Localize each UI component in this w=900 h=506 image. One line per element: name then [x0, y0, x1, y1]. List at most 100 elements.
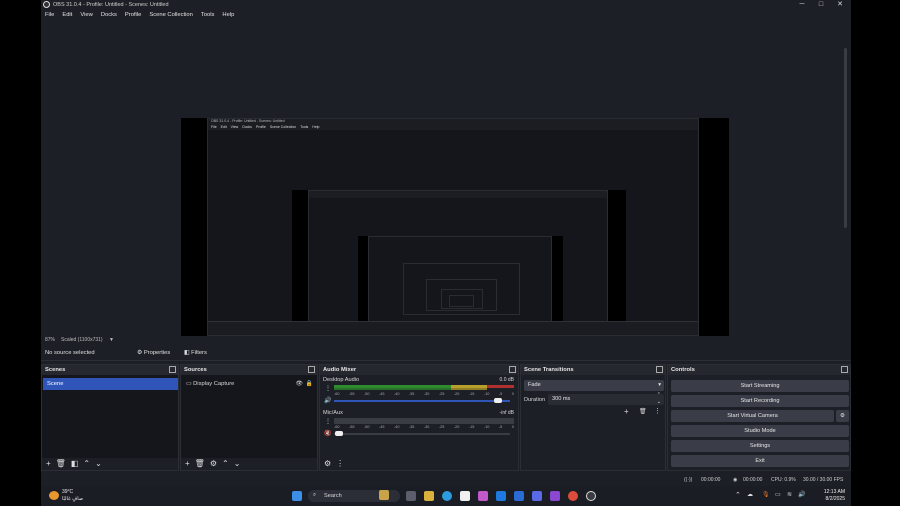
sources-dock-header: Sources — [181, 365, 317, 375]
remove-source-icon[interactable]: 🗑 — [195, 460, 205, 468]
menu-help[interactable]: Help — [218, 10, 238, 20]
mixer-dock-header: Audio Mixer — [320, 365, 518, 375]
preview-area[interactable]: OBS 31.0.4 - Profile: Untitled - Scenes:… — [41, 20, 851, 336]
tick-label: -5 — [498, 425, 503, 429]
start-streaming-button[interactable]: Start Streaming — [671, 380, 849, 392]
nested-menu-help: Help — [312, 125, 320, 129]
scale-label[interactable]: Scaled (1100x731) — [61, 337, 103, 343]
no-source-label: No source selected — [45, 350, 95, 356]
level-meter — [334, 418, 514, 424]
scene-item[interactable]: Scene — [43, 378, 178, 390]
settings-button[interactable]: Settings — [671, 440, 849, 452]
source-item[interactable]: ▭ Display Capture 👁 🔒 — [183, 380, 315, 390]
zoom-level[interactable]: 87% — [45, 337, 55, 343]
outlook-icon[interactable] — [496, 491, 506, 501]
taskbar-clock[interactable]: 12:13 AM 8/2/2025 — [824, 489, 845, 503]
advanced-audio-icon[interactable]: ⚙ — [324, 460, 331, 468]
menu-docks[interactable]: Docks — [97, 10, 121, 20]
vscode-icon[interactable] — [514, 491, 524, 501]
filters-button[interactable]: ◧ Filters — [184, 350, 207, 356]
menu-scene-collection[interactable]: Scene Collection — [145, 10, 197, 20]
file-explorer-icon[interactable] — [424, 491, 434, 501]
undock-icon[interactable] — [308, 366, 315, 373]
copilot-app-icon[interactable] — [478, 491, 488, 501]
app-icon[interactable] — [550, 491, 560, 501]
transition-select[interactable]: Fade ▾ — [524, 380, 664, 391]
weather-widget[interactable]: 39°C صافٍ غالبًا — [49, 489, 83, 503]
start-virtual-camera-button[interactable]: Start Virtual Camera — [671, 410, 834, 422]
exit-button[interactable]: Exit — [671, 455, 849, 467]
add-scene-icon[interactable]: + — [46, 460, 51, 468]
tick-label: -50 — [363, 425, 370, 429]
move-up-icon[interactable]: ⌃ — [222, 460, 229, 468]
level-meter — [334, 385, 514, 391]
add-transition-icon[interactable]: + — [624, 407, 629, 416]
edge-icon[interactable] — [442, 491, 452, 501]
move-up-icon[interactable]: ⌃ — [83, 460, 90, 468]
minimize-button[interactable]: ─ — [793, 0, 811, 10]
channel-menu-icon[interactable]: ⋮ — [325, 418, 331, 425]
menu-edit[interactable]: Edit — [58, 10, 76, 20]
undock-icon[interactable] — [656, 366, 663, 373]
start-recording-button[interactable]: Start Recording — [671, 395, 849, 407]
channel-menu-icon[interactable]: ⋮ — [325, 385, 331, 392]
stepper-icon[interactable]: ⌃ ⌄ — [657, 392, 661, 406]
weather-sun-icon — [49, 491, 59, 500]
tray-wifi-icon[interactable]: ≋ — [787, 491, 792, 498]
scene-filters-icon[interactable]: ◧ — [71, 460, 79, 468]
muted-speaker-icon[interactable]: 🔇 — [324, 430, 331, 437]
tick-label: 0 — [511, 425, 514, 429]
tray-chevron-icon[interactable]: ⌃ — [735, 491, 741, 499]
task-view-icon[interactable] — [406, 491, 416, 501]
tick-label: -45 — [378, 425, 385, 429]
lock-icon[interactable]: 🔒 — [306, 381, 313, 387]
menu-file[interactable]: File — [41, 10, 58, 20]
preview-canvas[interactable]: OBS 31.0.4 - Profile: Untitled - Scenes:… — [181, 118, 729, 336]
duration-input[interactable]: 300 ms ⌃ ⌄ — [548, 392, 664, 406]
add-source-icon[interactable]: + — [185, 460, 190, 468]
move-down-icon[interactable]: ⌄ — [234, 460, 241, 468]
studio-mode-button[interactable]: Studio Mode — [671, 425, 849, 437]
scale-dropdown-icon[interactable]: ▼ — [109, 337, 114, 343]
close-button[interactable]: ✕ — [831, 0, 849, 10]
tick-label: 0 — [511, 392, 514, 396]
menu-view[interactable]: View — [76, 10, 96, 20]
controls-dock-header: Controls — [668, 365, 850, 375]
undock-icon[interactable] — [841, 366, 848, 373]
undock-icon[interactable] — [509, 366, 516, 373]
volume-knob[interactable] — [335, 431, 344, 436]
preview-scrollbar[interactable] — [844, 48, 847, 228]
tray-battery-icon[interactable]: ▭ — [775, 491, 781, 498]
visibility-eye-icon[interactable]: 👁 — [296, 381, 303, 387]
mixer-menu-icon[interactable]: ⋮ — [336, 460, 344, 468]
channel-name: Desktop Audio — [323, 377, 360, 383]
obs-taskbar-icon[interactable] — [586, 491, 596, 501]
undock-icon[interactable] — [169, 366, 176, 373]
remove-transition-icon[interactable]: 🗑 — [639, 408, 647, 415]
tray-cloud-icon[interactable]: ☁ — [747, 491, 753, 498]
chrome-icon[interactable] — [568, 491, 578, 501]
menu-profile[interactable]: Profile — [121, 10, 145, 20]
source-settings-icon[interactable]: ⚙ — [210, 460, 217, 468]
discord-icon[interactable] — [532, 491, 542, 501]
tray-mic-icon[interactable]: 🎙 — [762, 491, 770, 498]
move-down-icon[interactable]: ⌄ — [95, 460, 102, 468]
obs-logo-icon — [43, 1, 50, 8]
start-windows-icon[interactable] — [292, 491, 302, 501]
meter-ticks: -60 -55 -50 -45 -40 -35 -30 -25 -20 -15 … — [334, 425, 514, 430]
tick-label: -10 — [483, 425, 490, 429]
properties-button[interactable]: ⚙ Properties — [137, 350, 170, 356]
virtual-camera-settings-button[interactable]: ⚙ — [836, 410, 849, 422]
maximize-button[interactable]: □ — [812, 0, 830, 10]
speaker-icon[interactable]: 🔊 — [324, 397, 331, 404]
tray-volume-icon[interactable]: 🔊 — [798, 491, 805, 498]
volume-slider[interactable] — [334, 398, 510, 403]
microsoft-store-icon[interactable] — [460, 491, 470, 501]
volume-slider[interactable] — [334, 431, 510, 436]
copilot-icon[interactable] — [379, 490, 389, 500]
menu-tools[interactable]: Tools — [197, 10, 219, 20]
remove-scene-icon[interactable]: 🗑 — [56, 460, 66, 468]
tick-label: -45 — [378, 392, 385, 396]
transition-menu-icon[interactable]: ⋮ — [654, 407, 661, 415]
volume-knob[interactable] — [493, 398, 502, 403]
